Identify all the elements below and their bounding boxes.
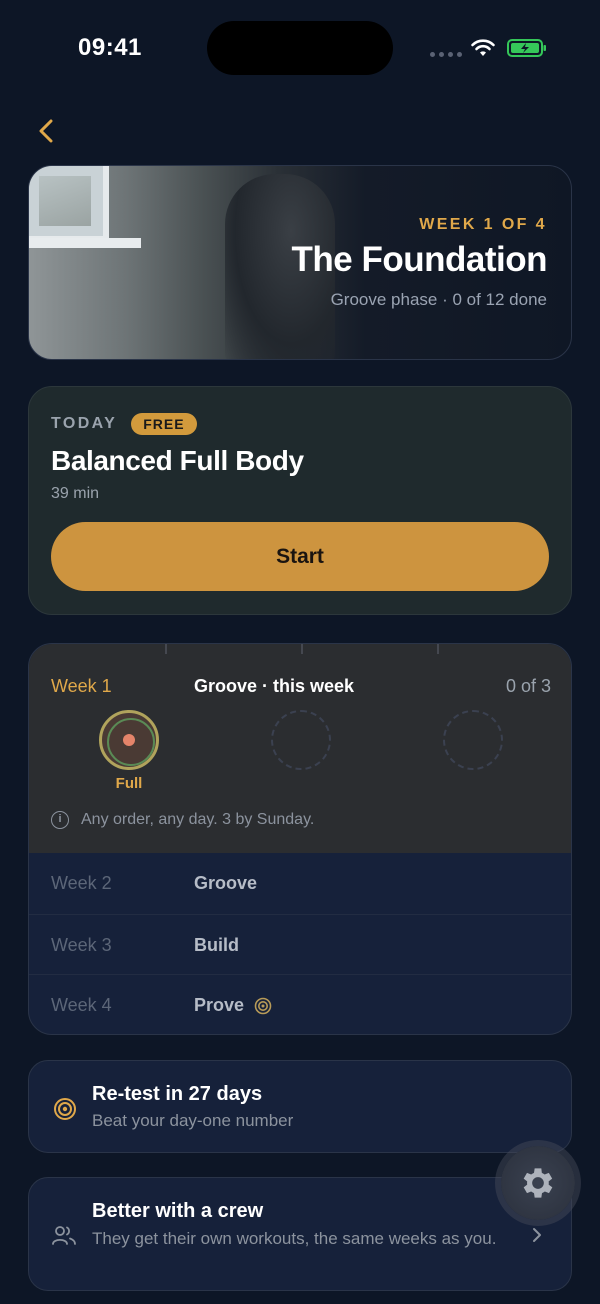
settings-fab[interactable] [501,1146,575,1220]
current-week-panel: Week 1 Groove · this week 0 of 3 Full i … [29,644,571,853]
battery-icon [507,39,546,57]
program-hero-card: WEEK 1 OF 4 The Foundation Groove phase … [28,165,572,360]
week-info-text: Any order, any day. 3 by Sunday. [81,811,315,828]
today-header: TODAY FREE [51,413,197,435]
hero-text: WEEK 1 OF 4 The Foundation Groove phase … [291,216,548,310]
status-time: 09:41 [78,34,142,61]
crew-card[interactable]: Better with a crew They get their own wo… [28,1177,572,1291]
hero-ledge [29,238,141,248]
gear-icon [523,1168,553,1198]
today-workout-card: TODAY FREE Balanced Full Body 39 min Sta… [28,386,572,615]
week-row-phase-text: Prove [194,995,245,1015]
back-chevron-icon[interactable] [34,116,58,146]
week-row-4[interactable]: Week 4 Prove [29,974,571,1034]
workout-title: Balanced Full Body [51,445,304,476]
week-ticks [29,644,571,654]
free-badge: FREE [131,413,197,435]
retest-subtitle: Beat your day-one number [92,1111,294,1130]
wifi-icon [471,39,495,56]
hero-window [29,166,109,242]
start-button[interactable]: Start [51,522,549,591]
workout-slot-empty[interactable] [443,710,503,770]
current-week-phase: Groove · this week [194,676,355,696]
slot-label-full: Full [115,775,143,792]
weeks-card: Week 1 Groove · this week 0 of 3 Full i … [28,643,572,1035]
retest-card[interactable]: Re-test in 27 days Beat your day-one num… [28,1060,572,1153]
status-bar: 09:41 [0,0,600,96]
today-label: TODAY [51,415,118,432]
retest-title: Re-test in 27 days [92,1083,263,1105]
program-title: The Foundation [291,240,548,279]
crew-subtitle: They get their own workouts, the same we… [92,1229,497,1248]
week-row-phase-text: Groove [194,873,258,893]
week-row-2[interactable]: Week 2 Groove [29,853,571,914]
hero-week-label: WEEK 1 OF 4 [419,216,547,233]
crew-title: Better with a crew [92,1200,264,1222]
week-row-phase: Build [194,935,239,956]
workout-slot-empty[interactable] [271,710,331,770]
current-week-count: 0 of 3 [505,676,551,696]
week-row-label: Week 2 [51,873,112,893]
target-icon [54,1098,76,1120]
target-icon [254,997,272,1014]
dynamic-island [207,21,393,75]
current-week-label: Week 1 [51,676,112,696]
week-row-label: Week 3 [51,935,112,955]
week-row-phase: Groove [194,873,257,894]
week-row-phase: Prove [194,995,272,1016]
week-row-phase-text: Build [194,935,239,955]
signal-icon [430,52,462,57]
workout-slot-full[interactable] [99,710,159,770]
info-icon: i [51,811,69,829]
users-icon [52,1226,76,1245]
chevron-right-icon [533,1228,541,1242]
week-row-label: Week 4 [51,995,112,1015]
week-row-3[interactable]: Week 3 Build [29,914,571,975]
program-progress: Groove phase · 0 of 12 done [330,290,547,309]
workout-duration: 39 min [51,485,100,502]
